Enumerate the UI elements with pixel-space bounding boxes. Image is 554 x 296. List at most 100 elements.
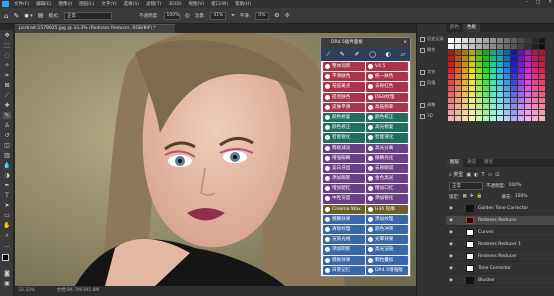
menu-help[interactable]: 帮助(H) bbox=[235, 1, 251, 7]
color-swatch[interactable] bbox=[462, 38, 468, 43]
dock-3d[interactable]: 3D bbox=[420, 113, 433, 119]
color-swatch[interactable] bbox=[490, 62, 496, 67]
color-swatch[interactable] bbox=[525, 98, 531, 103]
color-swatch[interactable] bbox=[490, 68, 496, 73]
gradient-tool-icon[interactable]: ▥ bbox=[3, 152, 11, 159]
color-swatch[interactable] bbox=[483, 68, 489, 73]
hand-tool-icon[interactable]: ✋ bbox=[3, 222, 11, 229]
color-swatch[interactable] bbox=[455, 44, 461, 49]
color-swatch[interactable] bbox=[455, 104, 461, 109]
color-swatch[interactable] bbox=[490, 50, 496, 55]
color-swatch[interactable] bbox=[532, 62, 538, 67]
color-swatch[interactable] bbox=[497, 98, 503, 103]
color-swatch[interactable] bbox=[539, 80, 545, 85]
smoothing-field[interactable]: 0% bbox=[255, 11, 270, 20]
plugin-button[interactable]: 两极减淡 bbox=[323, 143, 365, 153]
color-swatch[interactable] bbox=[483, 56, 489, 61]
color-swatch[interactable] bbox=[497, 110, 503, 115]
brush-settings-icon[interactable]: ▤ bbox=[38, 12, 44, 19]
color-swatch[interactable] bbox=[448, 56, 454, 61]
blur-tool-icon[interactable]: 💧 bbox=[3, 162, 11, 169]
plugin-button[interactable]: 颜色修正 bbox=[323, 123, 365, 133]
visibility-eye-icon[interactable]: ◉ bbox=[449, 252, 453, 262]
color-swatch[interactable] bbox=[511, 44, 517, 49]
color-swatch[interactable] bbox=[469, 98, 475, 103]
color-swatch[interactable] bbox=[525, 74, 531, 79]
color-swatch[interactable] bbox=[525, 56, 531, 61]
color-swatch[interactable] bbox=[462, 68, 468, 73]
color-swatch[interactable] bbox=[504, 68, 510, 73]
color-swatch[interactable] bbox=[469, 92, 475, 97]
filter-shape-icon[interactable]: ▭ bbox=[488, 172, 493, 178]
plugin-button[interactable]: 美白牙齿 bbox=[323, 163, 365, 174]
color-swatch[interactable] bbox=[539, 92, 545, 97]
color-swatch[interactable] bbox=[532, 86, 538, 91]
color-swatch[interactable] bbox=[539, 62, 545, 67]
color-swatch[interactable] bbox=[497, 80, 503, 85]
eyedropper-tool-icon[interactable]: ⟋ bbox=[3, 92, 11, 99]
color-swatch[interactable] bbox=[483, 104, 489, 109]
visibility-eye-icon[interactable]: ◉ bbox=[449, 204, 453, 214]
color-swatch[interactable] bbox=[490, 104, 496, 109]
lock-all-icon[interactable]: 🔒 bbox=[477, 194, 483, 199]
color-swatch[interactable] bbox=[525, 68, 531, 73]
plugin-button[interactable]: 渲染光线 bbox=[323, 235, 365, 245]
color-swatch[interactable] bbox=[455, 116, 461, 121]
filter-kind-icon[interactable]: ⌕ 类型 bbox=[449, 171, 463, 178]
color-swatch[interactable] bbox=[448, 44, 454, 49]
color-swatch[interactable] bbox=[483, 116, 489, 121]
circle-icon[interactable]: ◯ bbox=[369, 51, 376, 58]
color-swatch[interactable] bbox=[455, 98, 461, 103]
color-swatch[interactable] bbox=[539, 86, 545, 91]
visibility-eye-icon[interactable]: ◉ bbox=[449, 228, 453, 238]
color-swatch[interactable] bbox=[497, 74, 503, 79]
color-swatch[interactable] bbox=[448, 68, 454, 73]
filter-pixel-icon[interactable]: ▣ bbox=[466, 172, 471, 178]
color-swatch[interactable] bbox=[469, 104, 475, 109]
pen-tool-icon[interactable]: ✒ bbox=[3, 182, 11, 189]
color-swatch[interactable] bbox=[462, 86, 468, 91]
plugin-button[interactable]: 眼睛亮化 bbox=[366, 153, 408, 163]
color-swatch[interactable] bbox=[462, 50, 468, 55]
plugin-button[interactable]: 祛痘斑点 bbox=[323, 82, 365, 92]
color-swatch[interactable] bbox=[539, 110, 545, 115]
color-swatch[interactable] bbox=[455, 38, 461, 43]
layer-row[interactable]: ◉ Redness Reducer bbox=[446, 252, 554, 262]
color-swatch[interactable] bbox=[476, 86, 482, 91]
color-swatch[interactable] bbox=[525, 80, 531, 85]
color-swatch[interactable] bbox=[504, 50, 510, 55]
color-swatch[interactable] bbox=[490, 92, 496, 97]
plugin-button[interactable]: H3ñ 轮廓 bbox=[366, 204, 408, 214]
color-swatch[interactable] bbox=[497, 38, 503, 43]
color-swatch[interactable] bbox=[448, 116, 454, 121]
color-swatch[interactable] bbox=[518, 104, 524, 109]
color-swatch[interactable] bbox=[462, 116, 468, 121]
color-swatch[interactable] bbox=[490, 38, 496, 43]
visibility-eye-icon[interactable]: ◉ bbox=[449, 276, 453, 286]
plugin-button[interactable]: 颗粒叠加 bbox=[366, 255, 408, 265]
plugin-button[interactable]: 添加眼影 bbox=[323, 174, 365, 184]
color-swatch[interactable] bbox=[525, 50, 531, 55]
plugin-button[interactable]: 增加口红 bbox=[366, 184, 408, 194]
move-tool-icon[interactable]: ✥ bbox=[3, 32, 11, 39]
color-swatch[interactable] bbox=[448, 104, 454, 109]
color-swatch[interactable] bbox=[455, 50, 461, 55]
color-swatch[interactable] bbox=[518, 98, 524, 103]
minimize-icon[interactable]: – bbox=[526, 0, 528, 5]
color-swatch[interactable] bbox=[483, 86, 489, 91]
color-swatch[interactable] bbox=[462, 104, 468, 109]
color-swatch[interactable] bbox=[462, 62, 468, 67]
color-swatch[interactable] bbox=[504, 56, 510, 61]
color-swatch[interactable] bbox=[504, 74, 510, 79]
plugin-button[interactable]: 整体润饰 bbox=[323, 62, 365, 72]
color-swatch[interactable] bbox=[532, 50, 538, 55]
menu-image[interactable]: 图像(I) bbox=[58, 1, 72, 7]
color-swatch[interactable] bbox=[476, 74, 482, 79]
color-swatch[interactable] bbox=[469, 116, 475, 121]
color-swatch[interactable] bbox=[469, 38, 475, 43]
color-swatch[interactable] bbox=[469, 62, 475, 67]
color-swatch[interactable] bbox=[476, 38, 482, 43]
color-swatch[interactable] bbox=[476, 68, 482, 73]
color-swatch[interactable] bbox=[518, 38, 524, 43]
plugin-button[interactable]: 添加锐化 bbox=[366, 194, 408, 204]
